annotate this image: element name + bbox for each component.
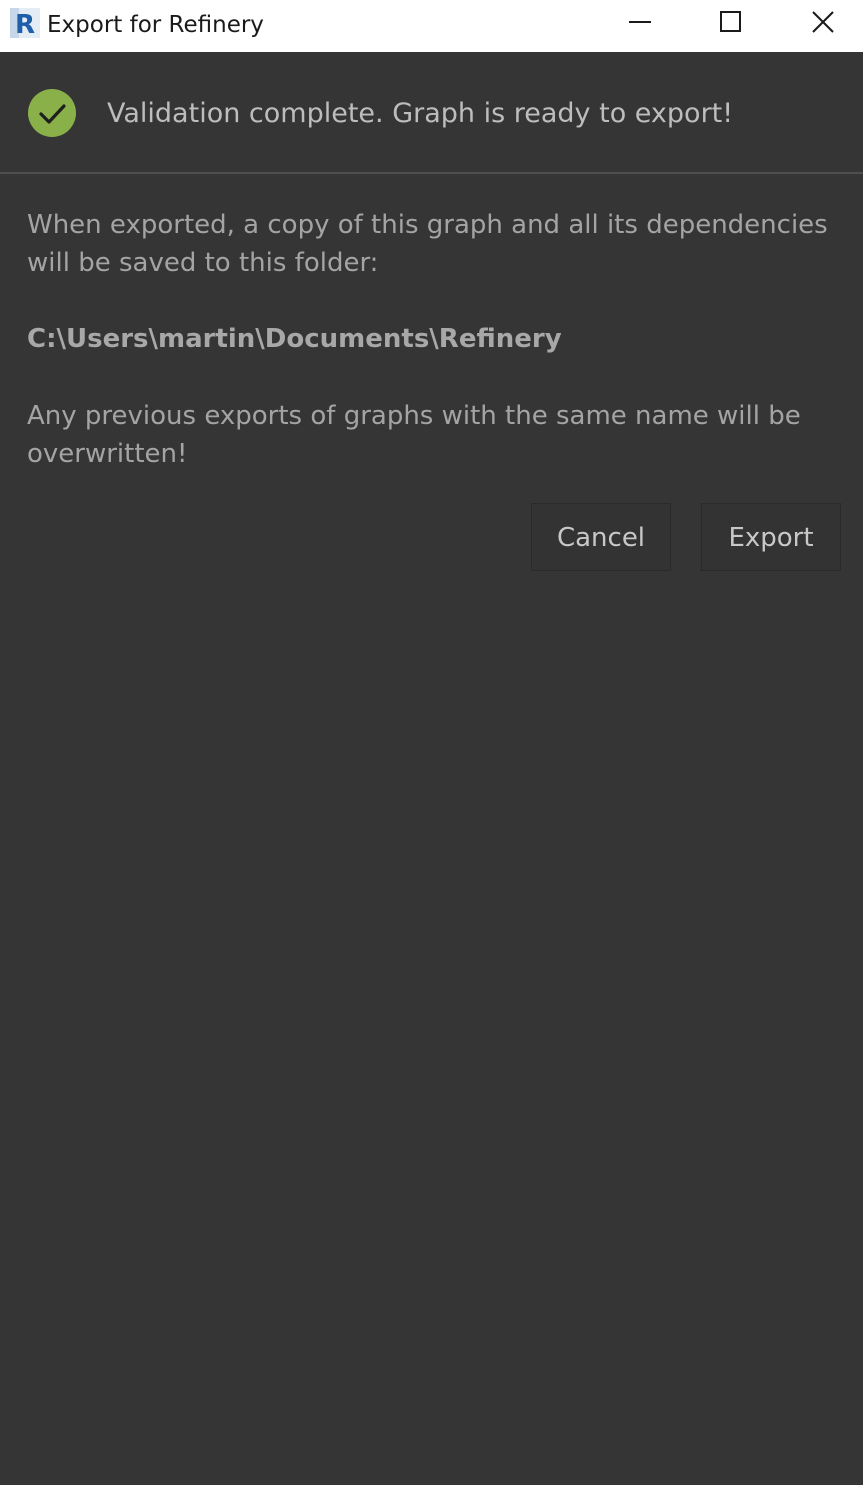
svg-text:R: R: [15, 10, 35, 38]
cancel-button[interactable]: Cancel: [531, 503, 671, 571]
status-message: Validation complete. Graph is ready to e…: [107, 98, 734, 129]
close-icon: [811, 10, 835, 38]
maximize-button[interactable]: [685, 0, 777, 48]
divider: [0, 172, 863, 174]
validation-status: Validation complete. Graph is ready to e…: [0, 53, 863, 173]
minimize-icon: [628, 10, 652, 38]
export-description: When exported, a copy of this graph and …: [27, 210, 828, 278]
export-button[interactable]: Export: [701, 503, 841, 571]
window-title: Export for Refinery: [47, 12, 264, 38]
minimize-button[interactable]: [594, 0, 686, 48]
export-folder-path: C:\Users\martin\Documents\Refinery: [27, 324, 562, 354]
check-circle-icon: [27, 88, 77, 138]
maximize-icon: [719, 10, 743, 38]
overwrite-warning: Any previous exports of graphs with the …: [27, 401, 801, 469]
close-button[interactable]: [777, 0, 863, 48]
title-bar[interactable]: R Export for Refinery: [0, 0, 863, 52]
export-dialog: R Export for Refinery Validation complet…: [0, 0, 863, 1485]
revit-r-icon: R: [10, 8, 40, 40]
